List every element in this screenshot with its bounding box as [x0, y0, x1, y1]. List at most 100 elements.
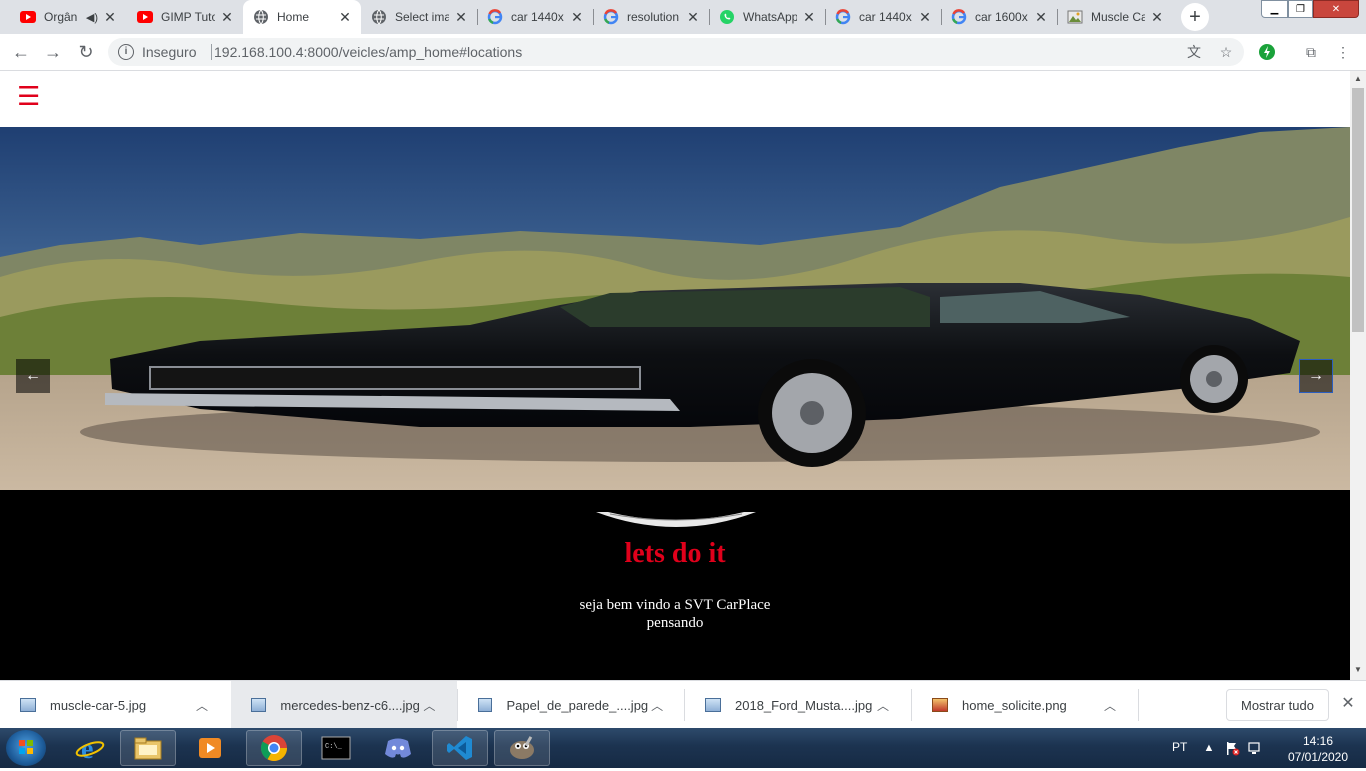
back-icon[interactable]: ← — [9, 40, 33, 64]
image-icon — [1067, 9, 1083, 25]
chevron-up-icon[interactable]: ︿ — [420, 697, 439, 714]
bookmark-star-icon[interactable]: ☆ — [1218, 44, 1234, 60]
svg-text:C:\_: C:\_ — [325, 743, 343, 751]
language-indicator[interactable]: PT — [1172, 740, 1187, 754]
page-viewport: ☰ ← → lets do it seja bem vindo a SVT Ca… — [0, 71, 1350, 680]
hamburger-menu-icon[interactable]: ☰ — [17, 83, 40, 109]
action-center-flag-icon[interactable] — [1224, 740, 1240, 756]
internet-explorer-icon[interactable]: e — [62, 730, 118, 766]
image-file-icon — [251, 698, 267, 712]
show-hidden-icons-icon[interactable]: ▲ — [1201, 740, 1217, 756]
new-tab-button[interactable]: + — [1181, 3, 1209, 31]
image-file-icon — [478, 698, 493, 712]
network-icon[interactable] — [1247, 740, 1263, 756]
windows-taskbar: e C:\_ PT ▲ 14:16 07/01/2020 — [0, 728, 1366, 768]
close-tab-icon[interactable]: ✕ — [1149, 9, 1165, 25]
globe-icon — [371, 9, 387, 25]
file-explorer-icon[interactable] — [120, 730, 176, 766]
scroll-up-arrow-icon[interactable]: ▲ — [1350, 71, 1366, 87]
minimize-button[interactable]: ▁ — [1261, 0, 1288, 18]
close-tab-icon[interactable]: ✕ — [917, 9, 933, 25]
show-all-downloads-button[interactable]: Mostrar tudo — [1226, 689, 1329, 721]
close-tab-icon[interactable]: ✕ — [801, 9, 817, 25]
close-tab-icon[interactable]: ✕ — [685, 9, 701, 25]
url-text[interactable]: 192.168.100.4:8000/veicles/amp_home#loca… — [214, 44, 522, 60]
globe-icon — [253, 9, 269, 25]
clock-date: 07/01/2020 — [1287, 750, 1349, 764]
tab-select-image[interactable]: Select ima ✕ — [361, 0, 477, 34]
start-button[interactable] — [6, 730, 46, 766]
png-file-icon — [932, 698, 948, 712]
slogan-heading: lets do it — [624, 538, 726, 569]
tab-muscle-car[interactable]: Muscle Ca ✕ — [1057, 0, 1173, 34]
close-window-button[interactable]: ✕ — [1313, 0, 1359, 18]
audio-playing-icon[interactable]: ◀) — [86, 11, 98, 24]
tab-resolution[interactable]: resolution ✕ — [593, 0, 709, 34]
cast-icon[interactable]: ⧉ — [1302, 43, 1320, 61]
clock-time: 14:16 — [1302, 734, 1334, 748]
chevron-up-icon[interactable]: ︿ — [1100, 697, 1120, 714]
tab-organ[interactable]: Orgân ◀) ✕ — [10, 0, 126, 34]
close-tab-icon[interactable]: ✕ — [337, 9, 353, 25]
reload-icon[interactable]: ↻ — [74, 40, 98, 64]
download-item[interactable]: mercedes-benz-c6....jpg ︿ — [231, 681, 457, 729]
hero-carousel: ← → — [0, 127, 1350, 490]
tab-car-1600[interactable]: car 1600x ✕ — [941, 0, 1057, 34]
browser-toolbar: ← → ↻ i Inseguro 192.168.100.4:8000/veic… — [0, 34, 1366, 71]
discord-icon[interactable] — [370, 730, 426, 766]
whatsapp-icon — [719, 9, 735, 25]
close-tab-icon[interactable]: ✕ — [453, 9, 469, 25]
extension-icon[interactable] — [1258, 43, 1276, 61]
forward-icon[interactable]: → — [41, 40, 65, 64]
muscle-car-image — [0, 127, 1350, 490]
google-icon — [835, 9, 851, 25]
youtube-icon — [20, 9, 36, 25]
tab-strip: Orgân ◀) ✕ GIMP Tuto ✕ Home ✕ Select ima… — [0, 0, 1366, 34]
close-tab-icon[interactable]: ✕ — [1033, 9, 1049, 25]
restore-button[interactable]: ❐ — [1288, 0, 1313, 18]
image-file-icon — [705, 698, 721, 712]
tab-gimp-tutorial[interactable]: GIMP Tuto ✕ — [127, 0, 243, 34]
taskbar-clock[interactable]: 14:16 07/01/2020 — [1287, 733, 1349, 765]
scrollbar-thumb[interactable] — [1352, 88, 1364, 332]
tab-whatsapp[interactable]: WhatsApp ✕ — [709, 0, 825, 34]
close-tab-icon[interactable]: ✕ — [219, 9, 235, 25]
tab-home[interactable]: Home ✕ — [243, 0, 361, 34]
download-separator — [1138, 689, 1139, 721]
insecure-label[interactable]: Inseguro — [142, 44, 196, 60]
tab-car-1440-b[interactable]: car 1440x ✕ — [825, 0, 941, 34]
download-item[interactable]: 2018_Ford_Musta....jpg ︿ — [685, 681, 911, 729]
gimp-icon[interactable] — [494, 730, 550, 766]
cmd-icon[interactable]: C:\_ — [308, 730, 364, 766]
youtube-icon — [137, 9, 153, 25]
google-icon — [603, 9, 619, 25]
media-player-icon[interactable] — [182, 730, 238, 766]
close-tab-icon[interactable]: ✕ — [102, 9, 118, 25]
translate-icon[interactable]: 文 — [1186, 44, 1202, 60]
image-file-icon — [20, 698, 36, 712]
welcome-line-2: pensando — [646, 615, 704, 631]
chrome-icon[interactable] — [246, 730, 302, 766]
carousel-prev-button[interactable]: ← — [16, 359, 50, 393]
site-header: ☰ — [0, 71, 1350, 127]
google-icon — [951, 9, 967, 25]
carousel-next-button[interactable]: → — [1299, 359, 1333, 393]
download-item[interactable]: home_solicite.png ︿ — [912, 681, 1138, 729]
chevron-up-icon[interactable]: ︿ — [192, 697, 212, 714]
close-downloads-icon[interactable]: ✕ — [1339, 695, 1357, 713]
tab-car-1440-a[interactable]: car 1440x ✕ — [477, 0, 593, 34]
download-item[interactable]: Papel_de_parede_....jpg ︿ — [458, 681, 684, 729]
chevron-up-icon[interactable]: ︿ — [873, 697, 893, 714]
scroll-down-arrow-icon[interactable]: ▼ — [1350, 662, 1366, 678]
address-bar[interactable]: i Inseguro 192.168.100.4:8000/veicles/am… — [108, 38, 1244, 66]
welcome-text: seja bem vindo a SVT CarPlace pensando — [0, 596, 1350, 632]
downloads-bar: muscle-car-5.jpg ︿ mercedes-benz-c6....j… — [0, 680, 1366, 729]
vscode-icon[interactable] — [432, 730, 488, 766]
google-icon — [487, 9, 503, 25]
info-icon[interactable]: i — [118, 44, 134, 60]
menu-dots-icon[interactable]: ⋮ — [1334, 43, 1352, 61]
close-tab-icon[interactable]: ✕ — [569, 9, 585, 25]
download-item[interactable]: muscle-car-5.jpg ︿ — [0, 681, 230, 729]
omnibox-separator — [211, 44, 212, 60]
chevron-up-icon[interactable]: ︿ — [648, 697, 666, 714]
